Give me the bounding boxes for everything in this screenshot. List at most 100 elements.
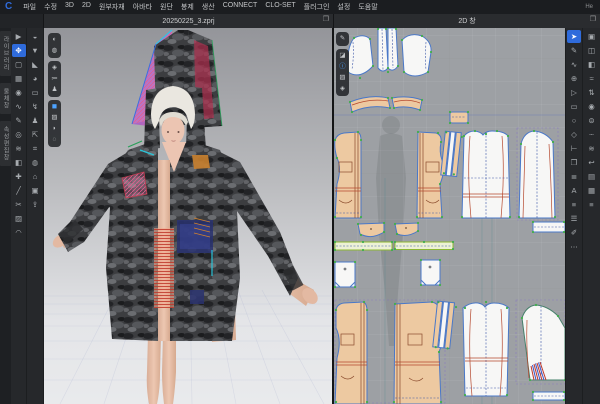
tool-notch[interactable]: ⊢	[567, 142, 581, 155]
tool-garment-fit[interactable]: ▼	[28, 44, 42, 57]
pattern-belt-left[interactable]	[334, 241, 393, 251]
menu-edit[interactable]: 수정	[40, 2, 61, 12]
pattern-point[interactable]	[509, 216, 511, 218]
pattern-placket[interactable]	[377, 28, 399, 73]
pattern-point[interactable]	[391, 249, 393, 251]
pattern-point[interactable]	[529, 379, 531, 381]
show-fabric-2d[interactable]: ▨	[337, 73, 348, 83]
pattern-point[interactable]	[421, 99, 423, 101]
pattern-pocket-flap-left[interactable]	[357, 222, 385, 237]
pattern-front-left-1[interactable]	[334, 131, 362, 218]
pattern-point[interactable]	[452, 248, 454, 250]
menu-production[interactable]: 생산	[198, 2, 219, 12]
pattern-point[interactable]	[557, 315, 559, 317]
tool-text[interactable]: A	[567, 184, 581, 197]
pattern-point[interactable]	[563, 399, 565, 401]
menu-2d[interactable]: 2D	[78, 2, 95, 12]
avatar[interactable]	[50, 30, 321, 404]
pattern-collar-left[interactable]	[349, 97, 391, 113]
pattern-point[interactable]	[334, 249, 336, 251]
pattern-point[interactable]	[423, 241, 425, 243]
pattern-point[interactable]	[419, 109, 421, 111]
pattern-point[interactable]	[349, 101, 351, 103]
tool-avatar-measure[interactable]: ⌗	[28, 142, 42, 155]
tool-fold-arrangement[interactable]: ◧	[12, 156, 26, 169]
pattern-point[interactable]	[396, 233, 398, 235]
pattern-point[interactable]	[389, 107, 391, 109]
pattern-point[interactable]	[467, 111, 469, 113]
pattern-point[interactable]	[520, 143, 522, 145]
pattern-point[interactable]	[554, 216, 556, 218]
tool-topstitch[interactable]: ┄	[585, 128, 599, 141]
pattern-point[interactable]	[401, 39, 403, 41]
pattern-point[interactable]	[359, 77, 361, 79]
pattern-point[interactable]	[421, 35, 423, 37]
tool-puckering[interactable]: ≋	[585, 142, 599, 155]
pattern-point[interactable]	[394, 241, 396, 243]
tool-free-sewing[interactable]: ✎	[12, 114, 26, 127]
pattern-point[interactable]	[385, 28, 387, 30]
menu-file[interactable]: 파일	[19, 2, 40, 12]
pattern-point[interactable]	[360, 234, 362, 236]
pattern-point[interactable]	[506, 394, 508, 396]
tool-simulate[interactable]: ▶	[12, 30, 26, 43]
tool-hair[interactable]: ◕	[28, 72, 42, 85]
tool-measure[interactable]: ╱	[12, 184, 26, 197]
tool-shirring[interactable]: ≈	[585, 72, 599, 85]
tool-buttonhole[interactable]: ⊜	[585, 114, 599, 127]
show-avatar-skin[interactable]: ◗	[49, 124, 60, 134]
show-grading-2d[interactable]: ◈	[337, 84, 348, 94]
pattern-point[interactable]	[351, 111, 353, 113]
tool-symmetry[interactable]: ◧	[585, 58, 599, 71]
pattern-point[interactable]	[354, 261, 356, 263]
tool-export[interactable]: ⇪	[28, 198, 42, 211]
pattern-collar-right[interactable]	[391, 97, 423, 111]
pattern-point[interactable]	[449, 111, 451, 113]
tool-fold[interactable]: ↩	[585, 156, 599, 169]
pattern-point[interactable]	[334, 261, 336, 263]
tool-smooth[interactable]: ◠	[12, 226, 26, 239]
tool-shoes[interactable]: ◣	[28, 58, 42, 71]
menu-3d[interactable]: 3D	[61, 2, 78, 12]
pattern-point[interactable]	[335, 401, 337, 403]
tool-hanger[interactable]: ⌂	[28, 170, 42, 183]
pattern-point[interactable]	[461, 216, 463, 218]
pattern-point[interactable]	[336, 157, 338, 159]
show-mesh[interactable]: ▨	[49, 113, 60, 123]
show-avatar[interactable]: ♟	[49, 85, 60, 95]
pattern-point[interactable]	[420, 284, 422, 286]
tool-rectangle[interactable]: ▭	[567, 100, 581, 113]
pattern-point[interactable]	[362, 241, 364, 243]
pattern-point[interactable]	[372, 65, 374, 67]
pattern-point[interactable]	[377, 28, 379, 30]
tool-edit-pattern[interactable]: ✎	[567, 44, 581, 57]
undock-3d-icon[interactable]: ❐	[323, 15, 329, 23]
pattern-point[interactable]	[335, 309, 337, 311]
pattern-point[interactable]	[394, 223, 396, 225]
tool-more[interactable]: ⋯	[567, 240, 581, 253]
pattern-point[interactable]	[474, 130, 476, 132]
pattern-point[interactable]	[535, 304, 537, 306]
pattern-point[interactable]	[357, 223, 359, 225]
menu-plugin[interactable]: 플러그인	[300, 2, 334, 12]
pattern-strip-top-right[interactable]	[532, 221, 565, 233]
pattern-point[interactable]	[334, 241, 336, 243]
pattern-point[interactable]	[366, 309, 368, 311]
menu-avatar[interactable]: 아바타	[129, 2, 156, 12]
undock-2d-icon[interactable]: ❐	[590, 15, 596, 23]
pattern-point[interactable]	[397, 65, 399, 67]
pattern-point[interactable]	[485, 301, 487, 303]
tab-2d-window[interactable]: 2D 창 ❐	[334, 14, 600, 28]
pattern-point[interactable]	[395, 28, 397, 30]
pattern-sleeve-1[interactable]	[518, 130, 556, 218]
pattern-point[interactable]	[521, 317, 523, 319]
pattern-point[interactable]	[438, 351, 440, 353]
tool-tape-measure[interactable]: ▭	[28, 86, 42, 99]
pattern-point[interactable]	[391, 97, 393, 99]
pattern-point[interactable]	[394, 248, 396, 250]
pattern-point[interactable]	[463, 135, 465, 137]
tool-seam-allowance[interactable]: ≣	[567, 170, 581, 183]
show-pattern-2d[interactable]: ◪	[337, 51, 348, 61]
pattern-pocket-flap-right[interactable]	[394, 222, 419, 236]
pattern-point[interactable]	[357, 131, 359, 133]
